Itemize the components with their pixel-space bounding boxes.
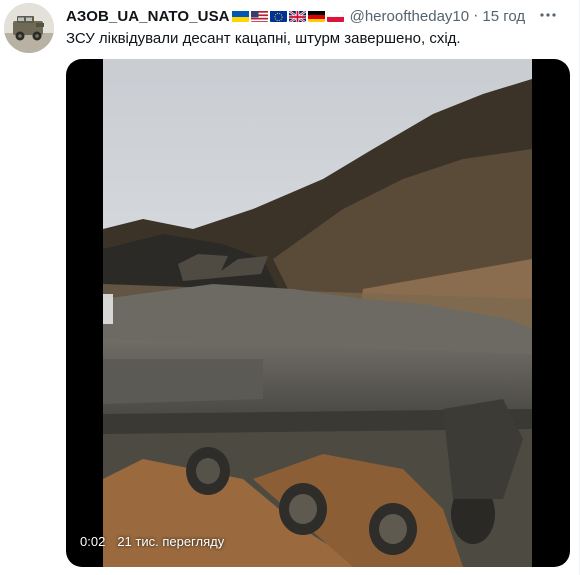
video-thumbnail xyxy=(103,59,532,567)
video-views: 21 тис. перегляду xyxy=(117,534,225,549)
poland-flag-icon xyxy=(326,10,344,22)
germany-flag-icon xyxy=(307,10,325,22)
timestamp[interactable]: 15 год xyxy=(482,8,525,25)
display-name[interactable]: АЗОВ_UA_NATO_USA xyxy=(66,8,230,25)
flag-emojis xyxy=(231,10,344,22)
video-duration: 0:02 xyxy=(80,534,106,549)
video-meta: 0:02 21 тис. перегляду xyxy=(80,534,224,549)
uk-flag-icon xyxy=(288,10,306,22)
avatar[interactable] xyxy=(4,3,54,53)
tweet-text: ЗСУ ліквідували десант кацапні, штурм за… xyxy=(66,30,461,47)
tweet-header: АЗОВ_UA_NATO_USA @herooftheday10 · 15 го… xyxy=(66,6,525,26)
more-options-icon[interactable] xyxy=(537,4,559,26)
separator-dot: · xyxy=(473,7,479,24)
video-player[interactable]: 0:02 21 тис. перегляду xyxy=(66,59,570,567)
tweet[interactable]: АЗОВ_UA_NATO_USA @herooftheday10 · 15 го… xyxy=(0,0,580,575)
ukraine-flag-icon xyxy=(231,10,249,22)
user-handle[interactable]: @herooftheday10 xyxy=(350,8,469,25)
eu-flag-icon xyxy=(269,10,287,22)
usa-flag-icon xyxy=(250,10,268,22)
